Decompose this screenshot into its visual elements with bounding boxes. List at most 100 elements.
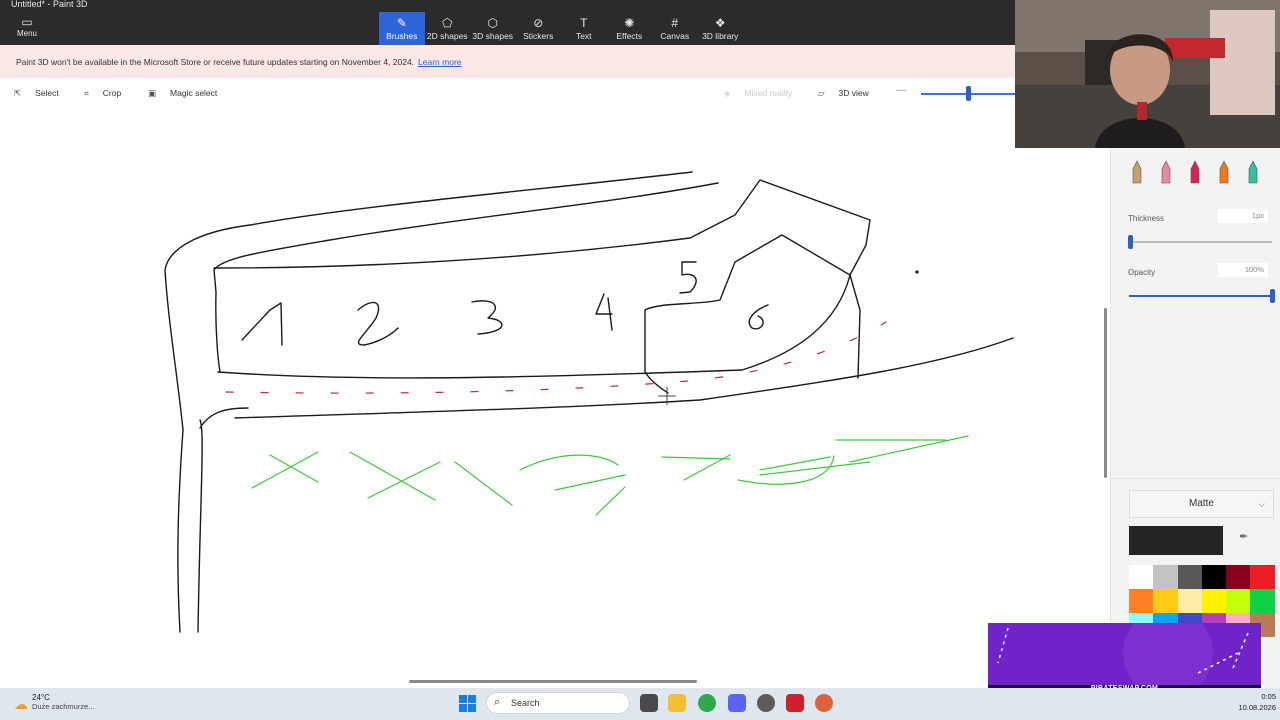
- discord-icon[interactable]: [728, 694, 746, 712]
- brush-list: [1129, 160, 1260, 184]
- taskbar: ☁ 24°C Duże zachmurze... ⌕ Search 0:05 1…: [0, 688, 1280, 720]
- leg-right: [197, 419, 203, 633]
- color-swatch[interactable]: [1153, 589, 1178, 613]
- tab-label: 3D library: [702, 31, 739, 41]
- tab-label: 2D shapes: [426, 31, 468, 41]
- 3d-library-icon: ❖: [714, 16, 726, 30]
- ribbon-tabs: ✎ Brushes ⬠ 2D shapes ⬡ 3D shapes ⊘ Stickers T Te…: [379, 12, 743, 45]
- color-swatch[interactable]: [1201, 565, 1227, 589]
- system-clock[interactable]: 0:05 10.08.2026: [1224, 691, 1276, 713]
- tab-3d-library[interactable]: ❖ 3D library: [698, 12, 744, 45]
- thickness-track[interactable]: [1129, 241, 1272, 243]
- window-title: Untitled* - Paint 3D: [11, 0, 88, 9]
- opacity-label: Opacity: [1128, 268, 1156, 277]
- magic-select-icon: ▣: [148, 88, 157, 98]
- green-x-2: [349, 451, 441, 501]
- stickers-icon: ⊘: [533, 16, 544, 30]
- watercolor-icon[interactable]: [1216, 160, 1231, 184]
- select-label: Select: [35, 88, 59, 98]
- task-view-icon[interactable]: [640, 694, 658, 712]
- color-swatch[interactable]: [1129, 589, 1154, 613]
- tab-2d-shapes[interactable]: ⬠ 2D shapes: [425, 12, 471, 45]
- green-strokes: [251, 435, 969, 516]
- obs-icon[interactable]: [757, 694, 775, 712]
- thickness-slider-thumb[interactable]: [1128, 235, 1134, 249]
- brush-icon: ✎: [396, 16, 407, 30]
- leg-left: [177, 429, 184, 633]
- color-swatch[interactable]: [1129, 565, 1154, 589]
- color-swatch[interactable]: [1226, 565, 1251, 589]
- tab-stickers[interactable]: ⊘ Stickers: [516, 12, 562, 45]
- box-bottom: [217, 274, 861, 379]
- ribbon: ▭ Menu ✎ Brushes ⬠ 2D shapes ⬡ 3D shapes ⊘ Stic…: [0, 12, 1015, 45]
- opacity-slider-thumb[interactable]: [1270, 289, 1275, 303]
- tab-label: Canvas: [660, 31, 690, 41]
- color-swatch[interactable]: [1177, 565, 1202, 589]
- green-stroke-4: [519, 454, 626, 516]
- crop-icon: ⌗: [84, 88, 89, 98]
- color-swatch[interactable]: [1201, 589, 1227, 613]
- select-button[interactable]: ⇱ Select: [14, 88, 59, 99]
- digit-three-stroke: [471, 300, 503, 335]
- inner-box: [644, 234, 851, 373]
- tab-label: 3D shapes: [472, 31, 514, 41]
- chrome-icon[interactable]: [698, 694, 716, 712]
- opacity-value[interactable]: 100%: [1218, 263, 1268, 277]
- text-icon: T: [580, 16, 588, 30]
- horizontal-scrollbar[interactable]: [409, 680, 697, 683]
- menu-button[interactable]: ▭ Menu: [10, 15, 44, 43]
- zoom-slider-thumb[interactable]: [966, 86, 971, 101]
- color-swatch[interactable]: [1250, 565, 1275, 589]
- red-dashed-strokes: [225, 321, 887, 394]
- chevron-down-icon: ⌵: [1258, 499, 1265, 509]
- digit-five-stroke: [679, 261, 697, 294]
- magic-select-button[interactable]: ▣ Magic select: [148, 88, 217, 99]
- marker-icon[interactable]: [1129, 160, 1144, 184]
- search-placeholder: Search: [511, 698, 540, 708]
- finish-value: Matte: [1188, 498, 1214, 509]
- banner-message: Paint 3D won't be available in the Micro…: [16, 57, 415, 67]
- 3d-view-button[interactable]: ▱ 3D view: [818, 88, 869, 99]
- drawing-canvas[interactable]: [0, 110, 1110, 688]
- tab-effects[interactable]: ✺ Effects: [607, 12, 653, 45]
- color-swatch[interactable]: [1153, 565, 1178, 589]
- color-swatch[interactable]: [1177, 589, 1202, 613]
- 2d-shapes-icon: ⬠: [442, 16, 453, 30]
- mixed-reality-button[interactable]: ◈ Mixed reality: [724, 88, 792, 99]
- top-stroke: [213, 182, 719, 373]
- current-color-swatch[interactable]: [1129, 526, 1223, 555]
- tab-3d-shapes[interactable]: ⬡ 3D shapes: [470, 12, 516, 45]
- file-explorer-icon[interactable]: [668, 694, 686, 712]
- crop-button[interactable]: ⌗ Crop: [84, 88, 121, 99]
- vertical-scrollbar[interactable]: [1104, 308, 1107, 478]
- learn-more-link[interactable]: Learn more: [418, 57, 461, 67]
- digit-four-stroke: [595, 293, 613, 331]
- 3d-view-label: 3D view: [838, 88, 869, 98]
- inner-corner: [644, 371, 669, 394]
- calligraphy-pen-icon[interactable]: [1158, 160, 1173, 184]
- taskbar-search[interactable]: ⌕ Search: [486, 692, 630, 714]
- finish-dropdown[interactable]: Matte ⌵: [1129, 490, 1274, 518]
- paint3d-window: Untitled* - Paint 3D ▭ Menu ✎ Brushes ⬠ 2D …: [0, 0, 1280, 720]
- eyedropper-icon[interactable]: ✒: [1239, 530, 1248, 543]
- deprecation-banner: Paint 3D won't be available in the Micro…: [0, 45, 1015, 78]
- start-button[interactable]: [459, 695, 476, 712]
- 3d-view-icon: ▱: [818, 88, 825, 98]
- clock-date: 10.08.2026: [1238, 703, 1276, 712]
- clock-time: 0:05: [1261, 692, 1276, 701]
- paint3d-taskbar-icon[interactable]: [815, 694, 833, 712]
- tab-brushes[interactable]: ✎ Brushes: [379, 12, 425, 45]
- crop-label: Crop: [102, 88, 122, 98]
- color-swatch[interactable]: [1226, 589, 1251, 613]
- green-stroke-6: [759, 435, 969, 476]
- tab-canvas[interactable]: # Canvas: [652, 12, 698, 45]
- oil-brush-icon[interactable]: [1187, 160, 1202, 184]
- thickness-value[interactable]: 1px: [1218, 209, 1268, 223]
- temperature: 24°C: [32, 693, 50, 702]
- weather-widget[interactable]: ☁ 24°C Duże zachmurze...: [14, 693, 95, 715]
- tab-text[interactable]: T Text: [561, 12, 607, 45]
- pixel-pen-icon[interactable]: [1245, 160, 1260, 184]
- zoom-out-icon[interactable]: —: [896, 85, 906, 96]
- media-app-icon[interactable]: [786, 694, 804, 712]
- color-swatch[interactable]: [1250, 589, 1275, 613]
